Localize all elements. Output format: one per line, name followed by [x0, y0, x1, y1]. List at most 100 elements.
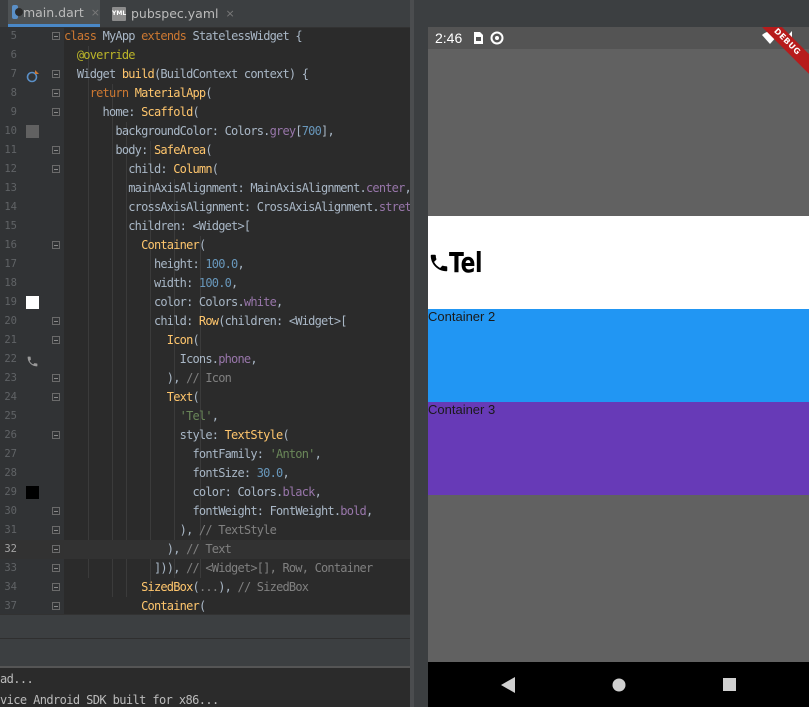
code-line-row[interactable]: 23 ), // Icon	[0, 369, 410, 388]
code-text[interactable]: Container(	[64, 236, 206, 255]
code-line-row[interactable]: 30 fontWeight: FontWeight.bold,	[0, 502, 410, 521]
fold-marker-icon[interactable]	[52, 165, 60, 173]
code-line-row[interactable]: 22 Icons.phone,	[0, 350, 410, 369]
dart-file-icon	[12, 5, 23, 19]
code-line-row[interactable]: 16 Container(	[0, 236, 410, 255]
fold-marker-icon[interactable]	[52, 32, 60, 40]
fold-marker-icon[interactable]	[52, 146, 60, 154]
code-text[interactable]: style: TextStyle(	[64, 426, 290, 445]
color-swatch-icon[interactable]	[26, 296, 39, 309]
color-swatch-icon[interactable]	[26, 125, 39, 138]
fold-marker-icon[interactable]	[52, 564, 60, 572]
code-text[interactable]: Icon(	[64, 331, 200, 350]
code-text[interactable]: fontWeight: FontWeight.bold,	[64, 502, 373, 521]
code-text[interactable]: ])), // <Widget>[], Row, Container	[64, 559, 373, 578]
fold-marker-icon[interactable]	[52, 545, 60, 553]
code-line-row[interactable]: 5 class MyApp extends StatelessWidget {	[0, 27, 410, 46]
fold-marker-icon[interactable]	[52, 70, 60, 78]
code-text[interactable]: home: Scaffold(	[64, 103, 200, 122]
phone-gutter-icon[interactable]	[26, 353, 39, 367]
code-line-row[interactable]: 27 fontFamily: 'Anton',	[0, 445, 410, 464]
code-text[interactable]: ), // TextStyle	[64, 521, 277, 540]
code-line-row[interactable]: 18 width: 100.0,	[0, 274, 410, 293]
code-text[interactable]: width: 100.0,	[64, 274, 238, 293]
code-text[interactable]: Text(	[64, 388, 200, 407]
code-token: (children: <Widget>[	[218, 314, 347, 328]
code-token: mainAxisAlignment: MainAxisAlignment.	[64, 181, 367, 195]
code-area[interactable]: 5 class MyApp extends StatelessWidget {6 …	[0, 27, 410, 614]
code-line-row[interactable]: 19 color: Colors.white,	[0, 293, 410, 312]
fold-marker-icon[interactable]	[52, 393, 60, 401]
code-text[interactable]: Widget build(BuildContext context) {	[64, 65, 309, 84]
code-text[interactable]: return MaterialApp(	[64, 84, 213, 103]
code-text[interactable]: body: SafeArea(	[64, 141, 212, 160]
code-line-row[interactable]: 37 Container(	[0, 597, 410, 614]
fold-marker-icon[interactable]	[52, 583, 60, 591]
code-line-row[interactable]: 34 SizedBox(...), // SizedBox	[0, 578, 410, 597]
code-text[interactable]: color: Colors.white,	[64, 293, 283, 312]
code-line-row[interactable]: 8 return MaterialApp(	[0, 84, 410, 103]
code-line-row[interactable]: 31 ), // TextStyle	[0, 521, 410, 540]
code-token: extends	[141, 29, 193, 43]
home-button[interactable]	[599, 662, 639, 707]
recents-button[interactable]	[709, 662, 749, 707]
code-text[interactable]: fontFamily: 'Anton',	[64, 445, 321, 464]
code-text[interactable]: crossAxisAlignment: CrossAxisAlignment.s…	[64, 198, 410, 217]
close-tab-icon[interactable]: ×	[225, 7, 234, 20]
code-line-row[interactable]: 33 ])), // <Widget>[], Row, Container	[0, 559, 410, 578]
code-line-row[interactable]: 15 children: <Widget>[	[0, 217, 410, 236]
code-line-row[interactable]: 21 Icon(	[0, 331, 410, 350]
code-line-row[interactable]: 10 backgroundColor: Colors.grey[700],	[0, 122, 410, 141]
code-line-row[interactable]: 9 home: Scaffold(	[0, 103, 410, 122]
fold-marker-icon[interactable]	[52, 374, 60, 382]
back-button[interactable]	[488, 662, 528, 707]
code-line-row[interactable]: 6 @override	[0, 46, 410, 65]
code-text[interactable]: child: Row(children: <Widget>[	[64, 312, 348, 331]
fold-marker-icon[interactable]	[52, 108, 60, 116]
code-text[interactable]: child: Column(	[64, 160, 219, 179]
code-text[interactable]: fontSize: 30.0,	[64, 464, 289, 483]
code-line-row[interactable]: 32 ), // Text	[0, 540, 410, 559]
code-text[interactable]: backgroundColor: Colors.grey[700],	[64, 122, 334, 141]
fold-marker-icon[interactable]	[52, 89, 60, 97]
fold-marker-icon[interactable]	[52, 241, 60, 249]
code-text[interactable]: ), // Text	[64, 540, 232, 559]
fold-marker-icon[interactable]	[52, 602, 60, 610]
code-text[interactable]: mainAxisAlignment: MainAxisAlignment.cen…	[64, 179, 410, 198]
code-line-row[interactable]: 11 body: SafeArea(	[0, 141, 410, 160]
code-text[interactable]: 'Tel',	[64, 407, 219, 426]
fold-marker-icon[interactable]	[52, 317, 60, 325]
code-line-row[interactable]: 13 mainAxisAlignment: MainAxisAlignment.…	[0, 179, 410, 198]
code-text[interactable]: height: 100.0,	[64, 255, 245, 274]
code-line-row[interactable]: 14 crossAxisAlignment: CrossAxisAlignmen…	[0, 198, 410, 217]
code-line-row[interactable]: 12 child: Column(	[0, 160, 410, 179]
code-line-row[interactable]: 26 style: TextStyle(	[0, 426, 410, 445]
override-method-icon[interactable]	[26, 68, 39, 83]
code-text[interactable]: class MyApp extends StatelessWidget {	[64, 27, 303, 46]
close-tab-icon[interactable]: ×	[91, 6, 100, 19]
tab-main-dart[interactable]: main.dart ×	[8, 0, 100, 27]
code-line-row[interactable]: 24 Text(	[0, 388, 410, 407]
code-text[interactable]: Icons.phone,	[64, 350, 258, 369]
code-text[interactable]: ), // Icon	[64, 369, 232, 388]
code-line-row[interactable]: 28 fontSize: 30.0,	[0, 464, 410, 483]
emulator-toolbar	[414, 0, 809, 27]
fold-marker-icon[interactable]	[52, 507, 60, 515]
code-line-row[interactable]: 20 child: Row(children: <Widget>[	[0, 312, 410, 331]
code-line-row[interactable]: 29 color: Colors.black,	[0, 483, 410, 502]
fold-marker-icon[interactable]	[52, 431, 60, 439]
code-line-row[interactable]: 25 'Tel',	[0, 407, 410, 426]
code-text[interactable]: SizedBox(...), // SizedBox	[64, 578, 309, 597]
code-text[interactable]: color: Colors.black,	[64, 483, 321, 502]
fold-marker-icon[interactable]	[52, 336, 60, 344]
color-swatch-icon[interactable]	[26, 486, 39, 499]
code-text[interactable]: Container(	[64, 597, 206, 614]
code-text[interactable]: @override	[64, 46, 136, 65]
fold-marker-icon[interactable]	[52, 526, 60, 534]
code-line-row[interactable]: 7 Widget build(BuildContext context) {	[0, 65, 410, 84]
code-text[interactable]: children: <Widget>[	[64, 217, 251, 236]
code-line-row[interactable]: 17 height: 100.0,	[0, 255, 410, 274]
tab-pubspec-yaml[interactable]: YML pubspec.yaml ×	[108, 0, 235, 27]
home-circle-icon	[612, 678, 626, 691]
